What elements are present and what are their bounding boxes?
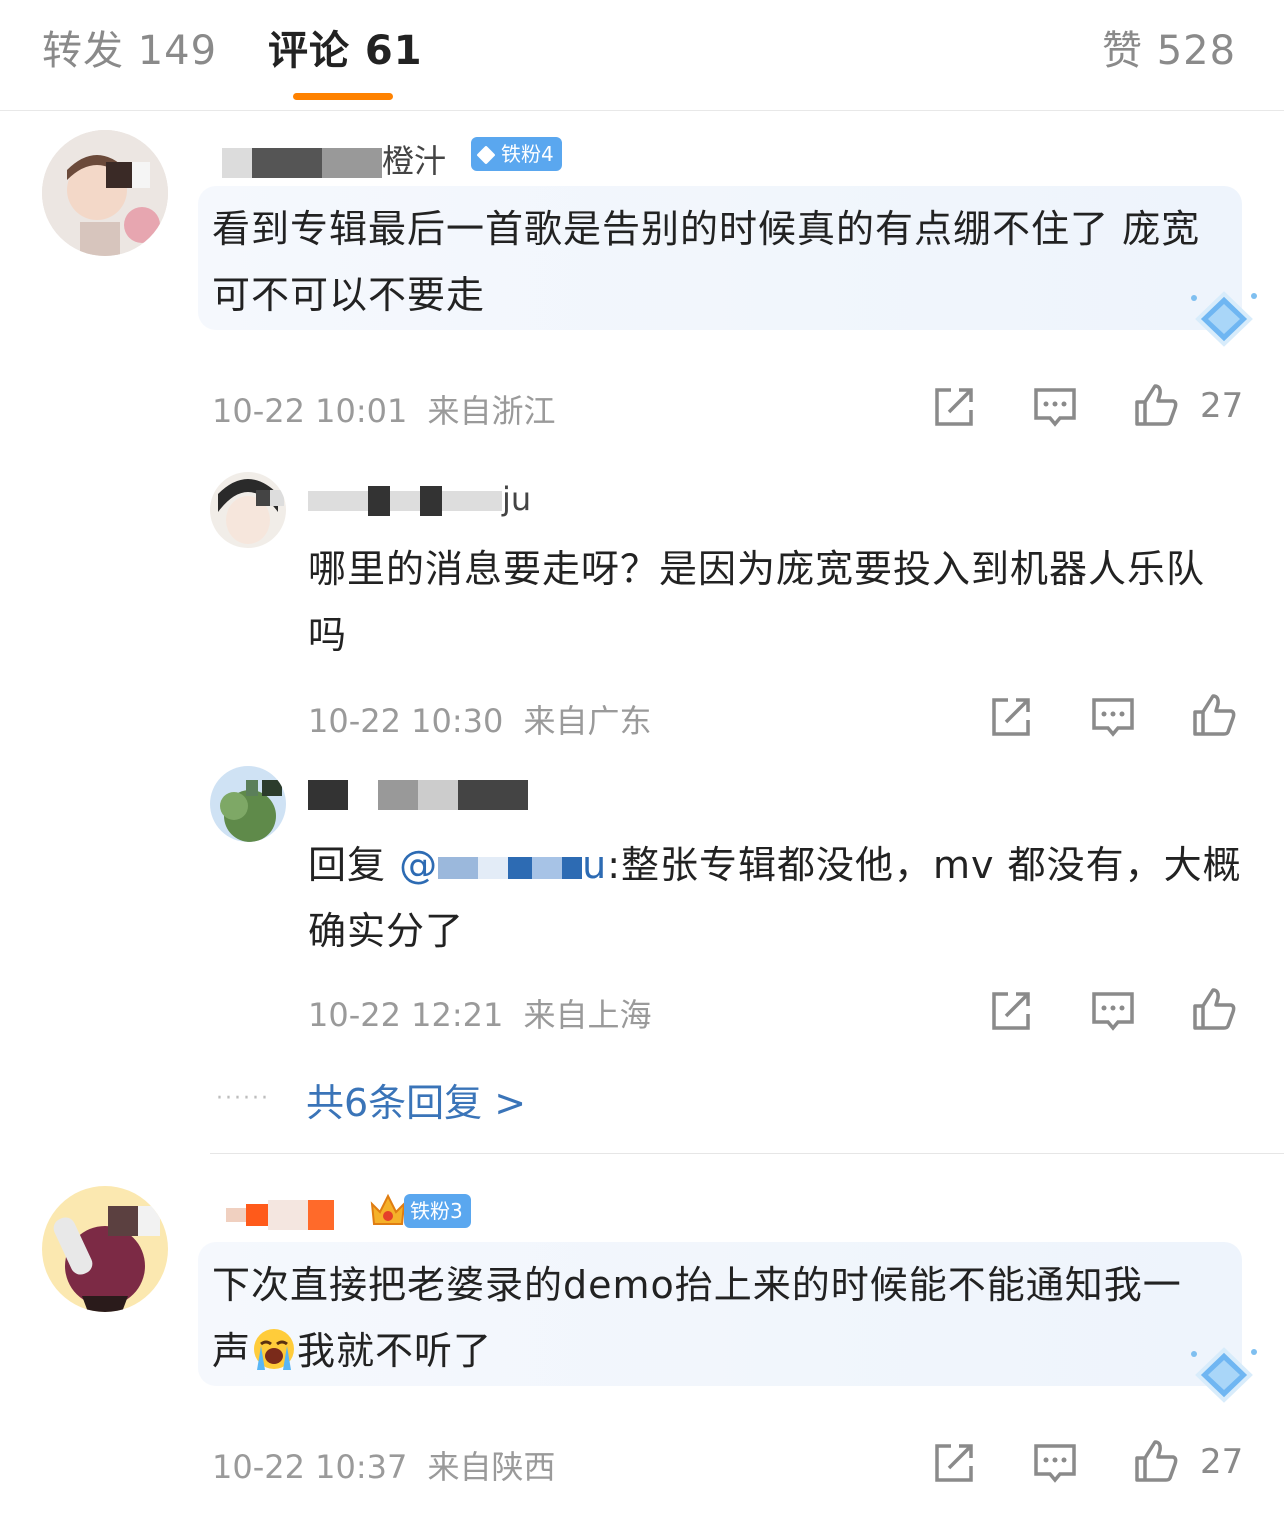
fan-badge: 铁粉3 [404,1194,471,1228]
like-count: 27 [1200,386,1244,426]
blurred-name [308,780,348,810]
blurred-name [442,491,502,511]
avatar[interactable] [42,130,168,256]
blurred-name [308,491,368,511]
blurred-name [226,1208,246,1222]
comment-text: 下次直接把老婆录的demo抬上来的时候能不能通知我一声 我就不听了 [212,1252,1202,1384]
timestamp: 10-22 10:37 [212,1448,408,1486]
like-icon[interactable] [1191,986,1237,1032]
timestamp: 10-22 10:30 [308,702,504,740]
blurred-mention [438,856,479,879]
blurred-mention [508,856,533,879]
location: 来自上海 [523,996,652,1034]
fan-badge-label: 铁粉3 [410,1199,463,1223]
mention-tail: u [582,843,608,887]
timestamp: 10-22 12:21 [308,996,504,1034]
like-icon[interactable] [1133,382,1179,428]
tab-comments[interactable]: 评论 61 [268,18,423,76]
comment-icon[interactable] [1032,384,1078,430]
comment-icon[interactable] [1090,694,1136,740]
blurred-name [458,780,528,810]
blurred-mention [562,856,583,879]
share-icon[interactable] [931,1440,977,1486]
comment-text: 看到专辑最后一首歌是告别的时候真的有点绷不住了 庞宽可不可以不要走 [212,207,1201,317]
blurred-name [418,780,458,810]
reply-prefix: 回复 [308,843,387,887]
blurred-mention [532,856,563,879]
crown-icon [368,1190,408,1230]
username-text: 橙汁 [382,142,447,180]
share-icon[interactable] [988,988,1034,1034]
fan-badge: 铁粉4 [471,137,562,171]
blurred-name [390,491,420,511]
blurred-name [222,148,252,178]
active-tab-indicator [293,93,393,100]
diamond-icon [476,145,496,165]
blurred-name [368,486,390,516]
like-count: 27 [1200,1442,1244,1482]
username-text: ju [502,480,532,518]
username[interactable]: ju [226,1194,334,1232]
location: 来自陕西 [427,1448,556,1486]
divider [210,1153,1284,1154]
reply-meta: 10-22 10:30 来自广东 [308,696,652,742]
mention-link[interactable]: @ u [399,843,607,887]
tab-repost[interactable]: 转发 149 [42,18,217,76]
username[interactable]: ju [308,480,531,518]
avatar[interactable] [42,1186,168,1312]
comment-icon[interactable] [1090,988,1136,1034]
comment-text-part: 我就不听了 [297,1329,493,1373]
diamond-decoration-icon [1188,1344,1260,1410]
more-replies-link[interactable]: 共6条回复 > [306,1072,526,1127]
fan-badge-label: 铁粉4 [501,142,554,166]
avatar[interactable] [210,766,286,842]
like-icon[interactable] [1191,692,1237,738]
share-icon[interactable] [931,384,977,430]
reply-text: 哪里的消息要走呀？是因为庞宽要投入到机器人乐队吗 [308,547,1206,657]
blurred-name [308,1200,334,1230]
like-icon[interactable] [1133,1438,1179,1484]
reply-text: 回复 @ u:整张专辑都没他，mv 都没有，大概确实分了 [308,832,1248,964]
comment-meta: 10-22 10:01 来自浙江 [212,386,556,432]
location: 来自浙江 [427,392,556,430]
share-icon[interactable] [988,694,1034,740]
location: 来自广东 [523,702,652,740]
tab-likes[interactable]: 赞 528 [1102,18,1236,76]
diamond-decoration-icon [1188,288,1260,354]
blurred-name [268,1200,308,1230]
blurred-name [378,780,418,810]
mention-at: @ [399,843,439,887]
more-replies-dots: ······ [216,1086,270,1111]
username[interactable]: 橙汁 [222,136,446,182]
comment-tabs: 转发 149 评论 61 赞 528 [0,0,1284,111]
crying-face-icon [251,1326,297,1372]
timestamp: 10-22 10:01 [212,392,408,430]
blurred-name [322,148,382,178]
blurred-name [348,780,378,810]
blurred-name [420,486,442,516]
blurred-name [246,1204,268,1226]
username[interactable]: 淮 [308,774,528,812]
avatar[interactable] [210,472,286,548]
blurred-mention [478,856,509,879]
reply-meta: 10-22 12:21 来自上海 [308,990,652,1036]
comment-meta: 10-22 10:37 来自陕西 [212,1442,556,1488]
comment-icon[interactable] [1032,1440,1078,1486]
blurred-name [252,148,322,178]
